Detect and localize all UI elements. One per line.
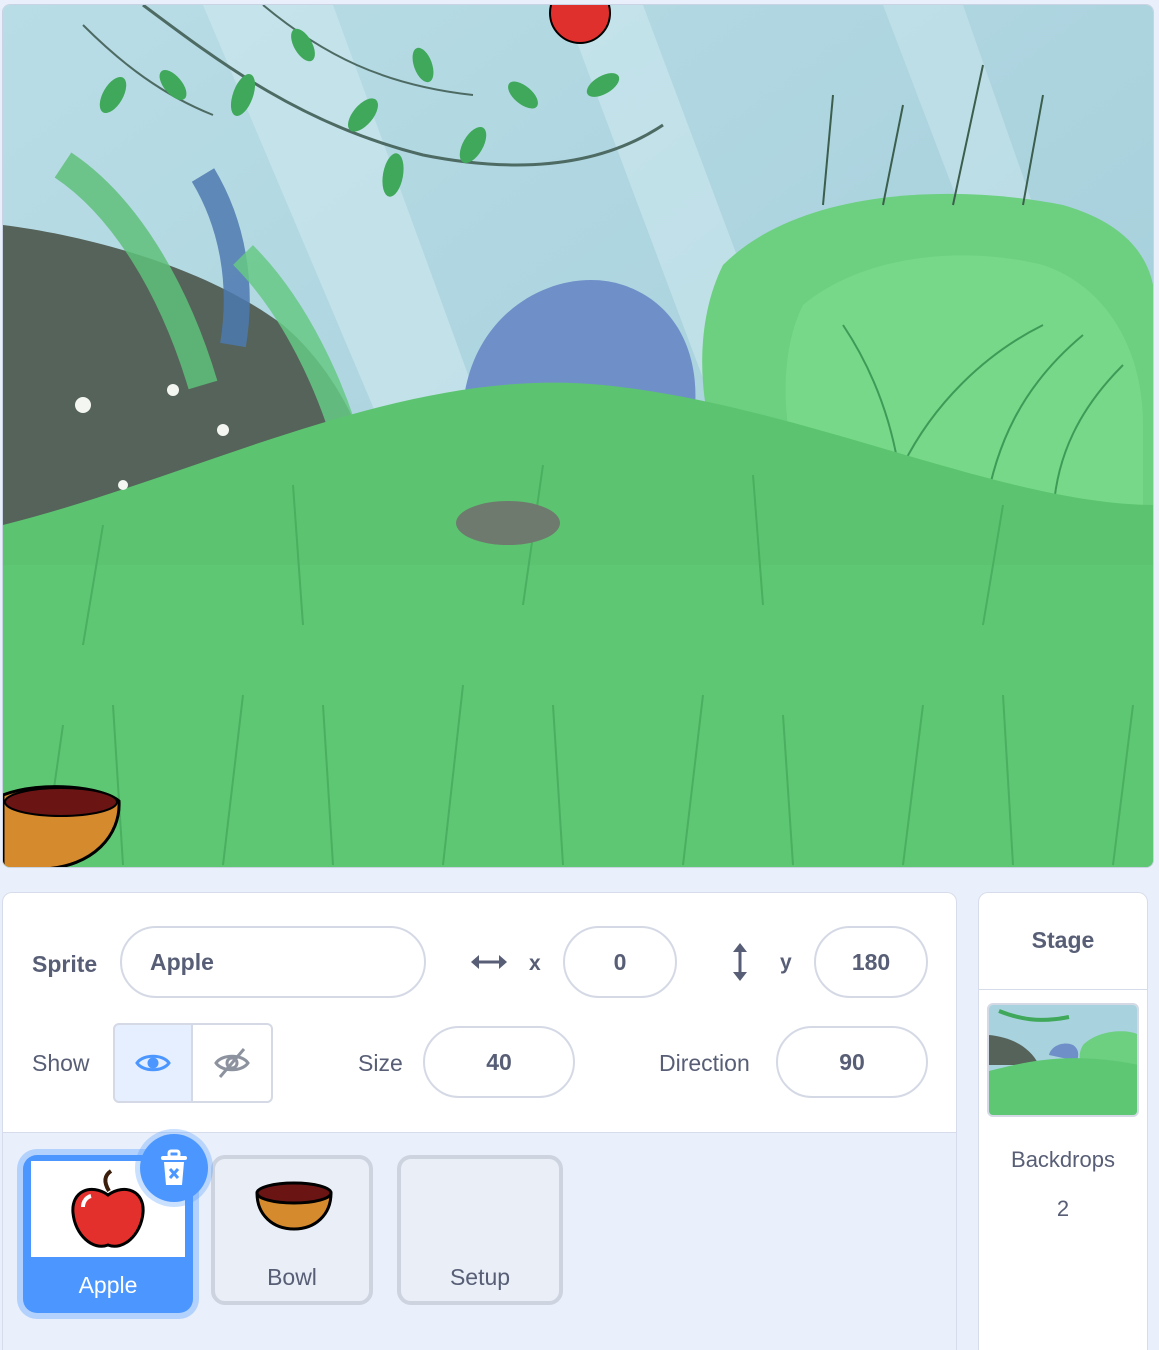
stage-title: Stage [1031,927,1095,953]
show-visible-button[interactable] [113,1023,193,1103]
sprite-name-setup: Setup [449,1264,511,1290]
eye-icon [135,1054,171,1072]
show-label: Show [32,1050,90,1076]
trash-icon [161,1149,187,1185]
sprite-name-input[interactable]: Apple [120,926,426,998]
backdrop-thumbnail[interactable] [987,1003,1139,1117]
sprite-name-apple: Apple [78,1272,138,1298]
stage-target-panel[interactable]: Stage Backdrops 2 [978,892,1148,1350]
vertical-arrows-icon [727,941,753,988]
x-position-input[interactable]: 0 [563,926,677,998]
backdrops-label: Backdrops [1011,1147,1115,1172]
delete-sprite-button[interactable] [140,1134,208,1202]
sprite-name-bowl: Bowl [267,1264,317,1290]
backdrops-count: 2 [1056,1196,1070,1221]
size-label: Size [358,1050,403,1076]
sprite-tile-setup[interactable]: Setup [397,1155,563,1305]
horizontal-arrows-icon [469,947,509,982]
eye-hidden-icon [214,1048,250,1078]
size-input[interactable]: 40 [423,1026,575,1098]
stage-canvas[interactable] [2,4,1154,868]
y-label: y [780,951,792,974]
direction-input[interactable]: 90 [776,1026,928,1098]
x-label: x [529,952,541,975]
sprite-info-panel: Sprite Apple x 0 y 180 Show Size 40 Dire… [2,892,957,1132]
direction-label: Direction [659,1050,750,1076]
y-position-input[interactable]: 180 [814,926,928,998]
sprite-label: Sprite [32,951,98,977]
show-hidden-button[interactable] [193,1023,273,1103]
sprite-tile-bowl[interactable]: Bowl [211,1155,373,1305]
bowl-icon [255,1181,333,1231]
stage-divider [979,989,1147,990]
forest-backdrop [3,5,1153,867]
